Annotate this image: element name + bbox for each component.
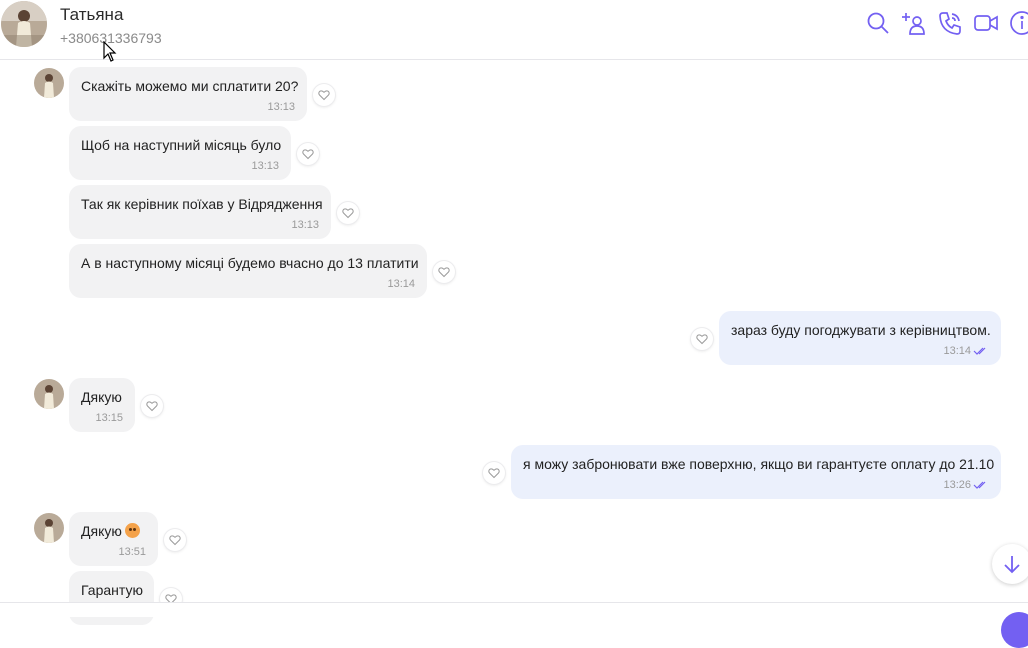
message-bubble-outgoing[interactable]: зараз буду погоджувати з керівництвом. 1… [719,311,1001,365]
message-text: я можу забронювати вже поверхню, якщо ви… [523,456,995,472]
like-heart-icon[interactable] [337,202,359,224]
video-call-icon[interactable] [973,10,999,36]
info-icon[interactable] [1009,10,1028,36]
contact-name: Татьяна [60,5,124,24]
message-text: Скажіть можемо ми сплатити 20? [81,78,299,94]
message-bubble[interactable]: Дякую 13:15 [69,378,135,432]
like-heart-icon[interactable] [483,462,505,484]
message-bubble[interactable]: Дякую 13:51 [69,512,158,566]
message-time: 13:15 [95,412,123,424]
like-heart-icon[interactable] [691,328,713,350]
add-participant-icon[interactable] [901,10,927,36]
mouse-cursor-icon [103,41,117,62]
like-heart-icon[interactable] [313,84,335,106]
message-time: 13:13 [267,101,295,113]
message-text: А в наступному місяці будемо вчасно до 1… [81,255,419,271]
message-text-wrap: Дякую [81,522,140,540]
arrow-down-icon [1004,556,1020,574]
message-time: 13:51 [118,546,146,558]
message-bubble[interactable]: Щоб на наступний місяць було 13:13 [69,126,291,180]
message-text: Щоб на наступний місяць було [81,137,282,153]
sender-avatar[interactable] [34,379,64,409]
send-button[interactable] [1001,612,1028,648]
message-composer[interactable] [0,602,1028,617]
message-time: 13:14 [387,278,415,290]
message-time: 13:13 [291,219,319,231]
message-time: 13:14 [943,345,971,357]
message-time: 13:26 [943,479,971,491]
message-bubble[interactable]: А в наступному місяці будемо вчасно до 1… [69,244,427,298]
like-heart-icon[interactable] [141,395,163,417]
like-heart-icon[interactable] [297,143,319,165]
sender-avatar[interactable] [34,68,64,98]
search-icon[interactable] [865,10,891,36]
message-text: Так як керівник поїхав у Відрядження [81,196,323,212]
sender-avatar[interactable] [34,513,64,543]
message-bubble[interactable]: Скажіть можемо ми сплатити 20? 13:13 [69,67,307,121]
message-text: зараз буду погоджувати з керівництвом. [731,322,991,338]
like-heart-icon[interactable] [433,261,455,283]
message-bubble[interactable]: Так як керівник поїхав у Відрядження 13:… [69,185,331,239]
read-ticks-icon [973,481,986,489]
message-text: Гарантую [81,582,143,598]
message-bubble-outgoing[interactable]: я можу забронювати вже поверхню, якщо ви… [511,445,1001,499]
message-time: 13:13 [251,160,279,172]
chat-header: Татьяна +380631336793 [0,0,1028,62]
message-text: Дякую [81,389,122,405]
phone-icon[interactable] [937,10,963,36]
scroll-to-bottom-button[interactable] [992,544,1028,584]
message-text: Дякую [81,523,122,539]
contact-avatar[interactable] [1,1,47,47]
smiling-face-with-hearts-icon [124,523,140,538]
read-ticks-icon [973,347,986,355]
like-heart-icon[interactable] [164,529,186,551]
